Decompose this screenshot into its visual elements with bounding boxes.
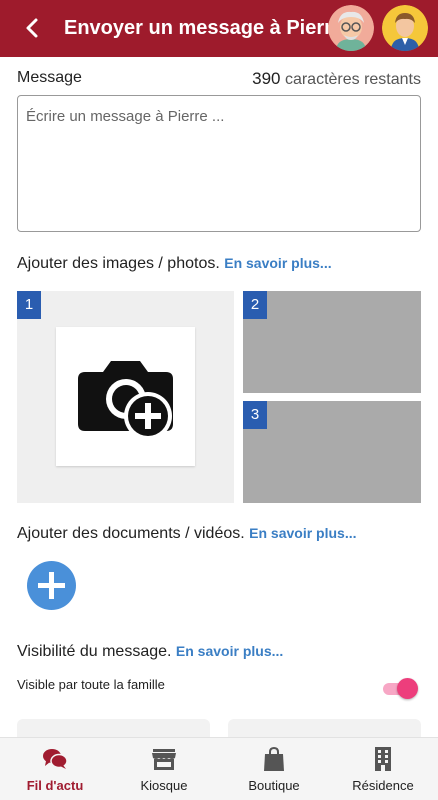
remaining-count: 390 bbox=[252, 69, 281, 88]
avatar-user[interactable] bbox=[382, 5, 428, 51]
documents-section-header: Ajouter des documents / vidéos. En savoi… bbox=[17, 525, 357, 543]
visibility-toggle-label: Visible par toute la famille bbox=[17, 677, 165, 692]
building-icon bbox=[375, 747, 391, 771]
nav-label-fil-dactu: Fil d'actu bbox=[26, 778, 84, 793]
image-slot-2[interactable]: 2 bbox=[243, 291, 421, 393]
avatar-pierre[interactable] bbox=[328, 5, 374, 51]
back-button[interactable] bbox=[18, 14, 46, 42]
images-section-header: Ajouter des images / photos. En savoir p… bbox=[17, 255, 332, 273]
man-avatar-icon bbox=[382, 5, 428, 51]
character-counter: 390 caractères restants bbox=[252, 69, 421, 89]
image-slot-3[interactable]: 3 bbox=[243, 401, 421, 503]
slot-number-2: 2 bbox=[243, 291, 267, 319]
bottom-navigation: Fil d'actu Kiosque Boutique Résidence bbox=[0, 737, 438, 800]
images-label: Ajouter des images / photos. bbox=[17, 255, 220, 272]
slot-number-1: 1 bbox=[17, 291, 41, 319]
add-photo-button[interactable] bbox=[56, 327, 195, 466]
app-header: Envoyer un message à Pierre bbox=[0, 0, 438, 57]
nav-label-residence: Résidence bbox=[352, 778, 414, 793]
plus-icon bbox=[38, 572, 65, 599]
documents-label: Ajouter des documents / vidéos. bbox=[17, 525, 245, 542]
toggle-knob bbox=[397, 678, 418, 699]
images-learn-more-link[interactable]: En savoir plus... bbox=[224, 255, 331, 271]
visibility-learn-more-link[interactable]: En savoir plus... bbox=[176, 643, 283, 659]
slot-number-3: 3 bbox=[243, 401, 267, 429]
nav-label-kiosque: Kiosque bbox=[140, 778, 188, 793]
visibility-section-header: Visibilité du message. En savoir plus... bbox=[17, 643, 283, 661]
page-title: Envoyer un message à Pierre bbox=[64, 17, 344, 39]
visibility-label: Visibilité du message. bbox=[17, 643, 172, 660]
camera-add-icon bbox=[78, 361, 173, 440]
documents-learn-more-link[interactable]: En savoir plus... bbox=[249, 525, 356, 541]
elderly-man-avatar-icon bbox=[328, 5, 374, 51]
shop-icon bbox=[152, 749, 176, 770]
nav-item-boutique[interactable]: Boutique bbox=[219, 738, 329, 800]
chat-bubbles-icon bbox=[43, 749, 68, 769]
nav-item-fil-dactu[interactable]: Fil d'actu bbox=[0, 738, 110, 800]
visibility-toggle[interactable] bbox=[383, 678, 418, 699]
message-input[interactable] bbox=[17, 95, 421, 232]
remaining-text: caractères restants bbox=[284, 71, 421, 88]
add-document-button[interactable] bbox=[27, 561, 76, 610]
chevron-left-icon bbox=[26, 18, 38, 38]
nav-label-boutique: Boutique bbox=[248, 778, 300, 793]
image-slot-1[interactable]: 1 bbox=[17, 291, 234, 503]
nav-item-residence[interactable]: Résidence bbox=[328, 738, 438, 800]
nav-item-kiosque[interactable]: Kiosque bbox=[109, 738, 219, 800]
shopping-bag-icon bbox=[264, 746, 284, 771]
message-label: Message bbox=[17, 69, 82, 86]
